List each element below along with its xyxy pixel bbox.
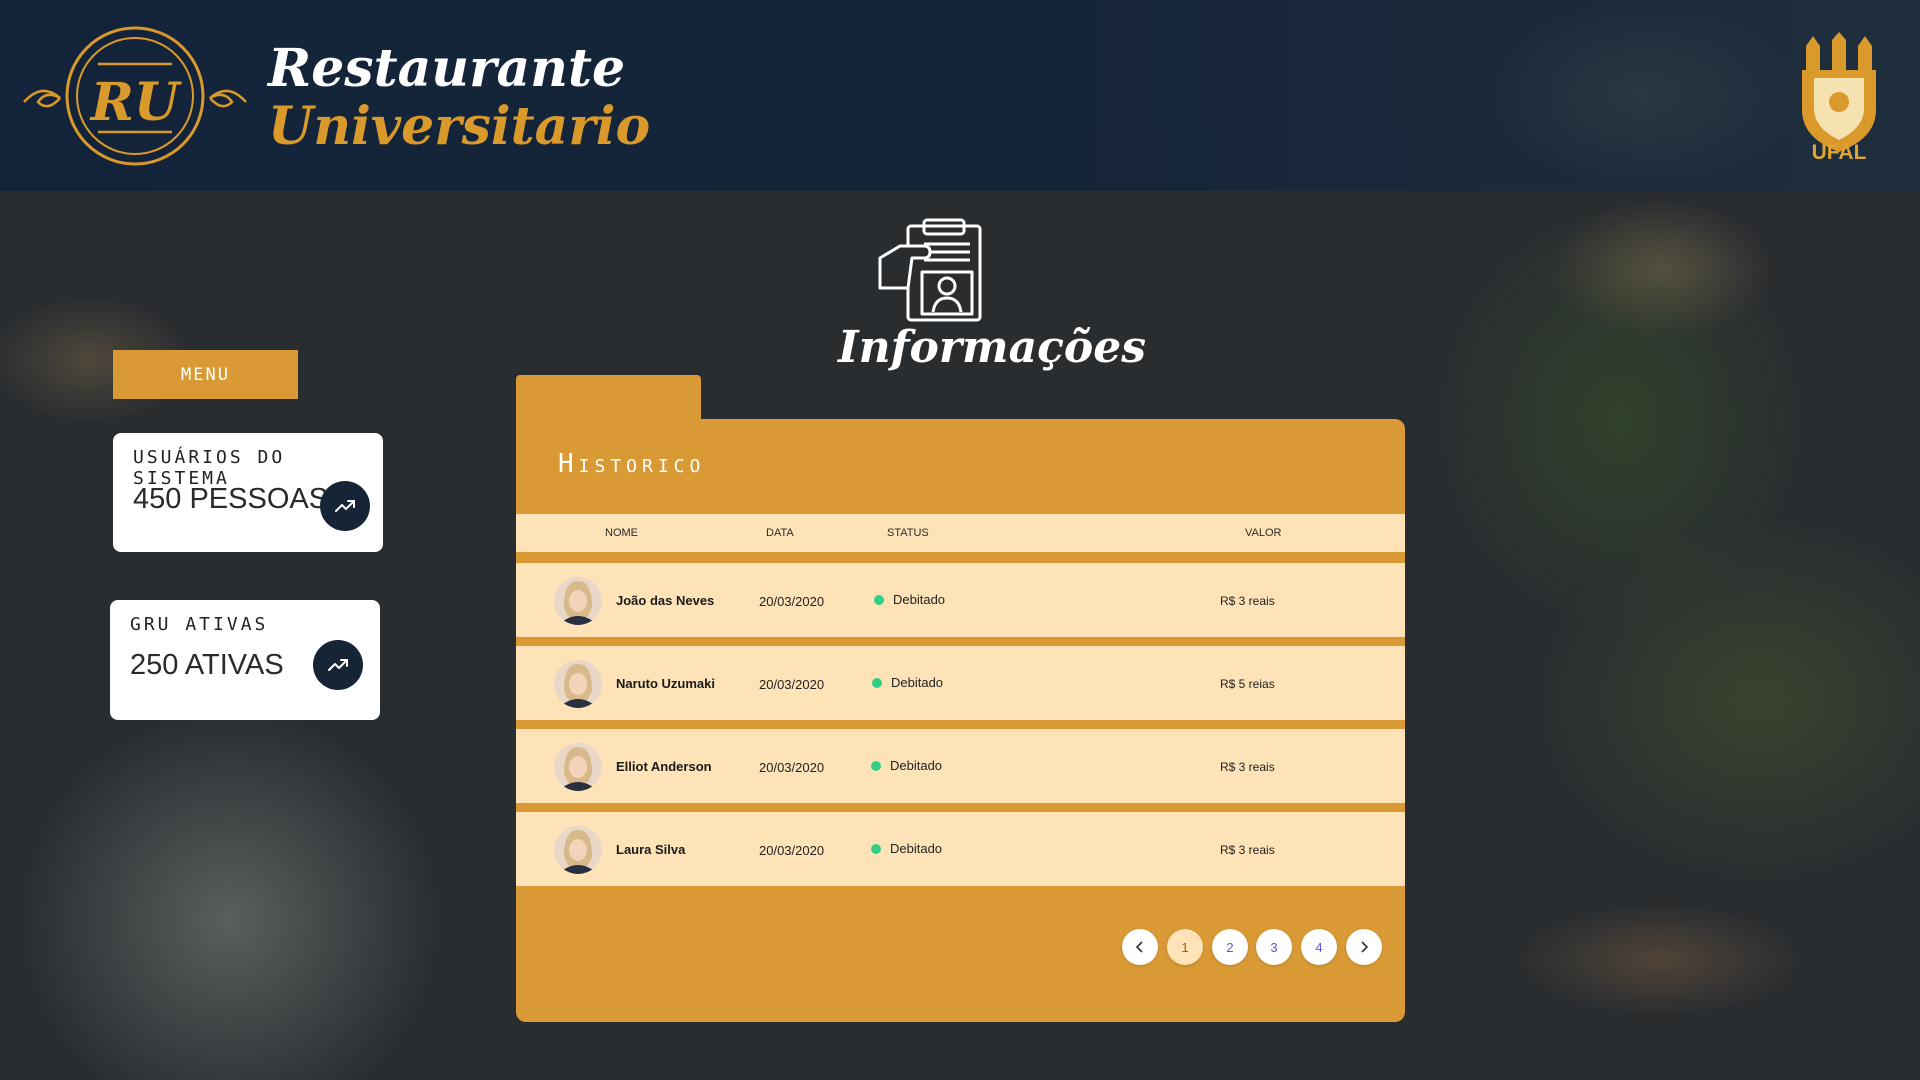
avatar (554, 577, 602, 625)
column-header-status: STATUS (887, 527, 929, 539)
pagination-page-4[interactable]: 4 (1301, 929, 1337, 965)
column-header-valor: VALOR (1245, 527, 1282, 539)
status-dot-icon (874, 594, 884, 605)
status-dot-icon (871, 843, 881, 854)
chevron-left-icon (1135, 941, 1143, 953)
brand-title-line2: Universitario (268, 96, 651, 157)
stat-card-users[interactable]: USUÁRIOS DO SISTEMA 450 PESSOAS (113, 433, 383, 552)
brand-title: Restaurante Universitario (268, 40, 650, 156)
pagination-prev-button[interactable] (1122, 929, 1158, 965)
table-row[interactable]: Elliot Anderson 20/03/2020 Debitado R$ 3… (516, 729, 1405, 803)
trending-up-icon[interactable] (320, 481, 370, 531)
status-dot-icon (871, 760, 881, 771)
table-row[interactable]: Naruto Uzumaki 20/03/2020 Debitado R$ 5 … (516, 646, 1405, 720)
row-value: R$ 3 reais (1220, 760, 1275, 774)
chevron-right-icon (1361, 941, 1369, 953)
avatar (554, 660, 602, 708)
brand-title-line1: Restaurante (268, 38, 626, 99)
pagination-page-1[interactable]: 1 (1167, 929, 1203, 965)
ru-logo[interactable]: RU (20, 22, 250, 170)
stat-card-gru[interactable]: GRU ATIVAS 250 ATIVAS (110, 600, 380, 720)
pagination-next-button[interactable] (1346, 929, 1382, 965)
table-row[interactable]: João das Neves 20/03/2020 Debitado R$ 3 … (516, 563, 1405, 637)
status-dot-icon (872, 677, 882, 688)
row-date: 20/03/2020 (759, 594, 825, 609)
stat-card-label: GRU ATIVAS (130, 614, 269, 635)
row-date: 20/03/2020 (759, 677, 825, 692)
history-title: Historico (558, 449, 706, 479)
pagination-page-3[interactable]: 3 (1256, 929, 1292, 965)
avatar (554, 826, 602, 874)
page-title: Informações (838, 322, 1146, 373)
row-status: Debitado (874, 592, 945, 607)
row-name: Laura Silva (616, 842, 686, 857)
pagination-page-2[interactable]: 2 (1212, 929, 1248, 965)
stat-card-value: 250 ATIVAS (130, 649, 284, 681)
table-header: NOME DATA STATUS VALOR (516, 514, 1405, 552)
table-row[interactable]: Laura Silva 20/03/2020 Debitado R$ 3 rea… (516, 812, 1405, 886)
row-name: João das Neves (616, 593, 715, 608)
app-header: RU Restaurante Universitario UFAL (0, 0, 1920, 191)
column-header-data: DATA (766, 527, 794, 539)
row-status: Debitado (871, 841, 942, 856)
row-value: R$ 3 reais (1220, 594, 1275, 608)
column-header-nome: NOME (605, 527, 638, 539)
history-tab[interactable] (516, 375, 701, 425)
avatar (554, 743, 602, 791)
row-date: 20/03/2020 (759, 843, 825, 858)
row-value: R$ 3 reais (1220, 843, 1275, 857)
history-panel: Historico NOME DATA STATUS VALOR João da… (516, 419, 1405, 1022)
row-status: Debitado (872, 675, 943, 690)
clipboard-id-icon (878, 218, 982, 322)
row-status: Debitado (871, 758, 942, 773)
row-name: Naruto Uzumaki (616, 676, 715, 691)
svg-text:RU: RU (89, 72, 182, 133)
menu-button[interactable]: MENU (113, 350, 298, 399)
trending-up-icon[interactable] (313, 640, 363, 690)
stat-card-value: 450 PESSOAS (133, 483, 329, 515)
row-date: 20/03/2020 (759, 760, 825, 775)
ufal-label: UFAL (1811, 141, 1867, 164)
row-value: R$ 5 reias (1220, 677, 1275, 691)
row-name: Elliot Anderson (616, 759, 712, 774)
